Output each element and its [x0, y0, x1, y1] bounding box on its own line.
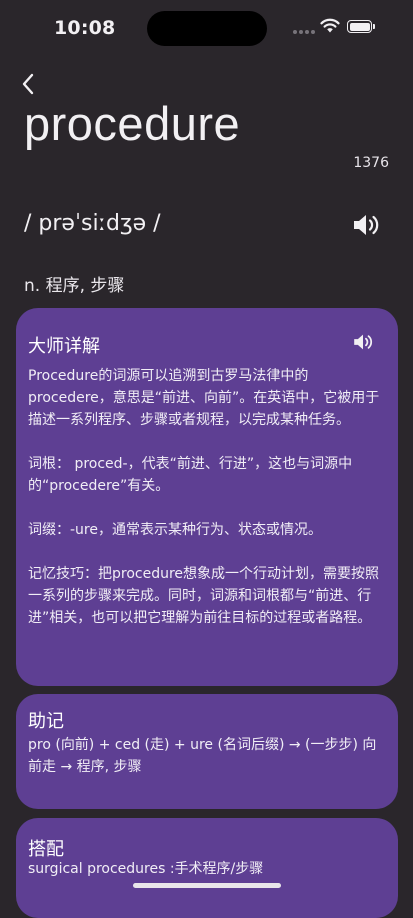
back-button[interactable]	[14, 70, 42, 98]
word-frequency: 1376	[353, 155, 389, 171]
battery-icon	[347, 20, 375, 33]
mnemonic-text: pro (向前) + ced (走) + ure (名词后缀) → (一步步) …	[28, 737, 377, 775]
word-title: procedure	[24, 97, 241, 150]
master-explanation-text: Procedure的词源可以追溯到古罗马法律中的procedere，意思是“前进…	[28, 368, 380, 626]
signal-icon	[293, 30, 315, 34]
mnemonic-card: 助记 pro (向前) + ced (走) + ure (名词后缀) → (一步…	[16, 694, 398, 809]
collocation-text: surgical procedures :手术程序/步骤	[28, 861, 264, 877]
master-explanation-card: 大师详解 Procedure的词源可以追溯到古罗马法律中的procedere，意…	[16, 308, 398, 686]
status-time: 10:08	[54, 17, 116, 39]
phonetic: / prəˈsiːdʒə /	[24, 211, 161, 236]
master-explanation-title: 大师详解	[28, 336, 100, 357]
definition: n. 程序, 步骤	[24, 276, 125, 296]
dynamic-island	[147, 11, 267, 46]
collocation-card: 搭配 surgical procedures :手术程序/步骤	[16, 818, 398, 918]
home-indicator[interactable]	[133, 883, 281, 888]
status-bar: 10:08	[0, 0, 413, 56]
mnemonic-title: 助记	[28, 711, 64, 732]
speaker-icon[interactable]	[352, 331, 374, 353]
wifi-icon	[320, 18, 340, 33]
chevron-left-icon	[22, 73, 34, 95]
speaker-icon[interactable]	[351, 210, 381, 240]
